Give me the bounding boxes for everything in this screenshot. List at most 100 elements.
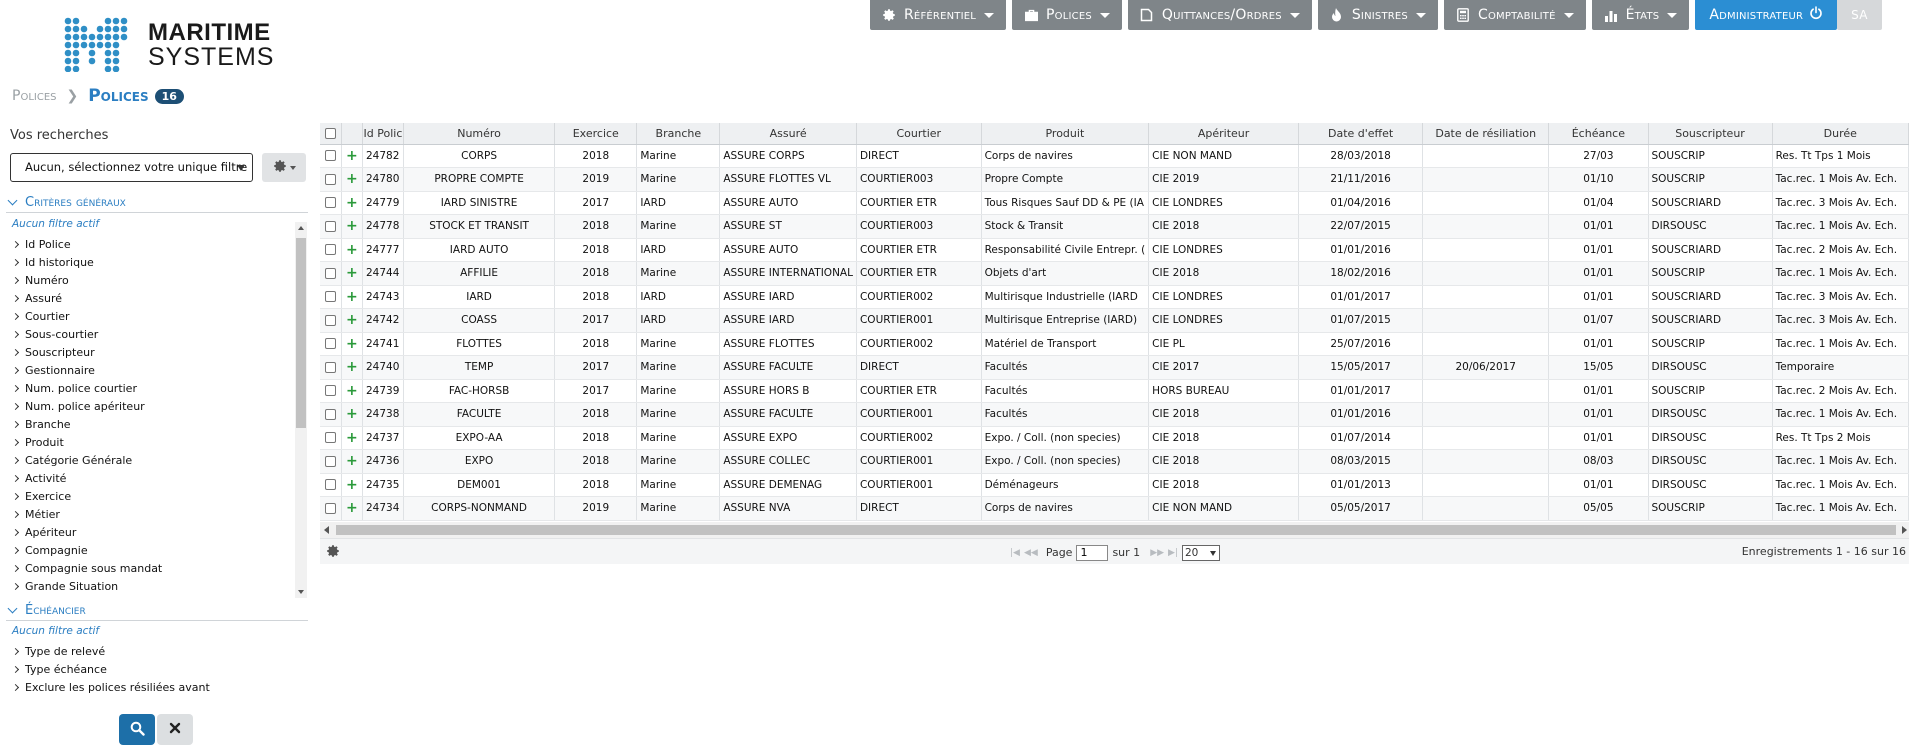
row-checkbox-cell[interactable]: [320, 191, 342, 215]
next-page-icon[interactable]: ▶▶: [1150, 548, 1164, 558]
checkbox[interactable]: [324, 128, 336, 140]
criteria-item[interactable]: Métier: [10, 505, 306, 523]
row-checkbox-cell[interactable]: [320, 261, 342, 286]
nav-quittances-ordres[interactable]: Quittances/Ordres: [1127, 0, 1312, 30]
criteria-scrollbar[interactable]: [295, 222, 307, 598]
select-all-checkbox[interactable]: [320, 123, 342, 145]
column-header[interactable]: Id Polic: [362, 123, 404, 145]
criteria-item[interactable]: Exercice: [10, 487, 306, 505]
row-checkbox-cell[interactable]: [320, 167, 342, 192]
checkbox[interactable]: [324, 338, 336, 350]
table-row[interactable]: +24738 FACULTE 2018 Marine ASSURE FACULTE COU…: [320, 402, 1909, 427]
criteria-item[interactable]: Apériteur: [10, 523, 306, 541]
column-header[interactable]: Souscripteur: [1648, 123, 1773, 145]
nav-polices[interactable]: Polices: [1012, 0, 1122, 30]
expand-row-icon[interactable]: +: [341, 144, 363, 168]
section-criteres-generaux[interactable]: Critères généraux: [6, 195, 308, 213]
column-header[interactable]: Durée: [1772, 123, 1909, 145]
checkbox[interactable]: [324, 455, 336, 467]
nav-referentiel[interactable]: Référentiel: [870, 0, 1007, 30]
table-row[interactable]: +24735 DEM001 2018 Marine ASSURE DEMENAG COUR…: [320, 473, 1909, 497]
column-header[interactable]: Date de résiliation: [1422, 123, 1550, 145]
table-row[interactable]: +24777 IARD AUTO 2018 IARD ASSURE AUTO COURTI…: [320, 238, 1909, 262]
criteria-item[interactable]: Grande Situation: [10, 577, 306, 595]
checkbox[interactable]: [324, 502, 336, 514]
checkbox[interactable]: [324, 479, 336, 491]
expand-row-icon[interactable]: +: [341, 426, 363, 450]
filter-settings-button[interactable]: [262, 153, 306, 182]
expand-row-icon[interactable]: +: [341, 355, 363, 380]
breadcrumb-parent[interactable]: Polices: [12, 88, 56, 104]
checkbox[interactable]: [324, 385, 336, 397]
criteria-item[interactable]: Produit: [10, 433, 306, 451]
expand-row-icon[interactable]: +: [341, 449, 363, 474]
row-checkbox-cell[interactable]: [320, 144, 342, 168]
expand-row-icon[interactable]: +: [341, 167, 363, 192]
row-checkbox-cell[interactable]: [320, 379, 342, 403]
table-row[interactable]: +24734 CORPS-NONMAND 2019 Marine ASSURE NVA D…: [320, 496, 1909, 521]
column-header[interactable]: Date d'effet: [1298, 123, 1424, 145]
row-checkbox-cell[interactable]: [320, 285, 342, 309]
table-row[interactable]: +24741 FLOTTES 2018 Marine ASSURE FLOTTES COU…: [320, 332, 1909, 356]
table-row[interactable]: +24779 IARD SINISTRE 2017 IARD ASSURE AUTO CO…: [320, 191, 1909, 215]
criteria-item[interactable]: Compagnie: [10, 541, 306, 559]
checkbox[interactable]: [324, 314, 336, 326]
criteria-item[interactable]: Gestionnaire: [10, 361, 306, 379]
last-page-icon[interactable]: ▶|: [1168, 548, 1178, 558]
table-row[interactable]: +24780 PROPRE COMPTE 2019 Marine ASSURE FLOT…: [320, 167, 1909, 192]
section-echeancier[interactable]: Échéancier: [6, 603, 308, 621]
expand-row-icon[interactable]: +: [341, 238, 363, 262]
column-header[interactable]: Assuré: [719, 123, 857, 145]
grid-settings-gear-icon[interactable]: [326, 544, 340, 561]
criteria-item[interactable]: Num. police apériteur: [10, 397, 306, 415]
page-size-select[interactable]: 20: [1182, 544, 1220, 561]
saved-filter-select[interactable]: Aucun, sélectionnez votre unique filtre: [10, 153, 253, 182]
criteria-item[interactable]: Exclure les polices résiliées avant: [10, 678, 306, 696]
first-page-icon[interactable]: |◀: [1010, 548, 1020, 558]
row-checkbox-cell[interactable]: [320, 473, 342, 497]
checkbox[interactable]: [324, 361, 336, 373]
checkbox[interactable]: [324, 220, 336, 232]
table-row[interactable]: +24740 TEMP 2017 Marine ASSURE FACULTE DIRECT…: [320, 355, 1909, 380]
expand-row-icon[interactable]: +: [341, 261, 363, 286]
expand-row-icon[interactable]: +: [341, 191, 363, 215]
criteria-item[interactable]: Branche: [10, 415, 306, 433]
criteria-item[interactable]: Assuré: [10, 289, 306, 307]
expand-row-icon[interactable]: +: [341, 308, 363, 333]
row-checkbox-cell[interactable]: [320, 238, 342, 262]
page-number-input[interactable]: [1076, 544, 1109, 561]
criteria-item[interactable]: Activité: [10, 469, 306, 487]
criteria-item[interactable]: Type de relevé: [10, 642, 306, 660]
table-row[interactable]: +24743 IARD 2018 IARD ASSURE IARD COURTIER002…: [320, 285, 1909, 309]
checkbox[interactable]: [324, 173, 336, 185]
checkbox[interactable]: [324, 432, 336, 444]
app-logo[interactable]: MARITIME SYSTEMS: [63, 17, 274, 72]
criteria-item[interactable]: Courtier: [10, 307, 306, 325]
column-header[interactable]: Échéance: [1548, 123, 1649, 145]
criteria-item[interactable]: Souscripteur: [10, 343, 306, 361]
checkbox[interactable]: [324, 267, 336, 279]
table-row[interactable]: +24739 FAC-HORSB 2017 Marine ASSURE HORS B CO…: [320, 379, 1909, 403]
table-row[interactable]: +24782 CORPS 2018 Marine ASSURE CORPS DIRECT C…: [320, 144, 1909, 168]
expand-row-icon[interactable]: +: [341, 473, 363, 497]
checkbox[interactable]: [324, 408, 336, 420]
criteria-item[interactable]: Numéro: [10, 271, 306, 289]
nav-comptabilite[interactable]: Comptabilité: [1443, 0, 1586, 30]
horizontal-scrollbar[interactable]: [320, 521, 1909, 538]
row-checkbox-cell[interactable]: [320, 214, 342, 239]
checkbox[interactable]: [324, 150, 336, 162]
row-checkbox-cell[interactable]: [320, 332, 342, 356]
table-row[interactable]: +24736 EXPO 2018 Marine ASSURE COLLEC COURTIE…: [320, 449, 1909, 474]
row-checkbox-cell[interactable]: [320, 308, 342, 333]
expand-row-icon[interactable]: +: [341, 402, 363, 427]
nav-etats[interactable]: États: [1591, 0, 1690, 30]
nav-administrateur[interactable]: Administrateur: [1695, 0, 1838, 30]
column-header[interactable]: Branche: [636, 123, 721, 145]
column-header[interactable]: Apériteur: [1148, 123, 1299, 145]
table-row[interactable]: +24737 EXPO-AA 2018 Marine ASSURE EXPO COURTI…: [320, 426, 1909, 450]
table-row[interactable]: +24742 COASS 2017 IARD ASSURE IARD COURTIER00…: [320, 308, 1909, 333]
table-row[interactable]: +24744 AFFILIE 2018 Marine ASSURE INTERNATIO…: [320, 261, 1909, 286]
column-header[interactable]: Exercice: [554, 123, 638, 145]
row-checkbox-cell[interactable]: [320, 449, 342, 474]
clear-button[interactable]: [157, 714, 193, 745]
